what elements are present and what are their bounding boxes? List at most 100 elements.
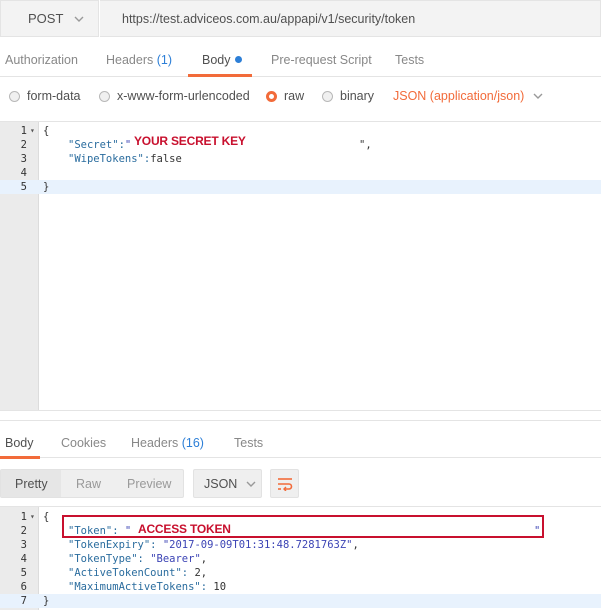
editor-line: 1 ▾ { (0, 124, 601, 138)
url-input[interactable]: https://test.adviceos.com.au/appapi/v1/s… (100, 0, 601, 37)
active-tab-indicator (0, 456, 40, 459)
tab-body-label: Body (202, 53, 231, 67)
response-tab-body[interactable]: Body (5, 436, 34, 450)
code-text: "WipeTokens":false (68, 152, 182, 166)
chevron-down-icon (74, 16, 84, 22)
json-key: "Secret": (68, 139, 125, 151)
active-tab-indicator (188, 74, 252, 77)
request-bar: POST https://test.adviceos.com.au/appapi… (0, 0, 601, 38)
editor-line: 5 "ActiveTokenCount": 2, (0, 566, 601, 580)
preview-button[interactable]: Preview (127, 477, 171, 491)
pretty-button[interactable]: Pretty (15, 477, 48, 491)
chevron-down-icon (246, 481, 256, 487)
response-format-select[interactable]: JSON (193, 469, 262, 498)
json-string: "2017-09-09T01:31:48.7281763Z" (162, 539, 353, 551)
radio-form-data[interactable] (9, 90, 20, 102)
option-raw-label: raw (284, 89, 305, 103)
editor-line: 6 "MaximumActiveTokens": 10 (0, 580, 601, 594)
radio-raw[interactable] (266, 90, 277, 102)
code-text: { (43, 511, 50, 523)
editor-line-active: 5 } (0, 180, 601, 194)
line-number: 4 (20, 167, 27, 179)
line-number: 2 (20, 525, 27, 537)
code-text: "ActiveTokenCount": 2, (68, 567, 208, 579)
code-text: } (43, 595, 50, 607)
code-text: "Secret":" (68, 138, 131, 152)
code-text: "TokenType": "Bearer", (68, 553, 208, 565)
json-key: "TokenExpiry": (68, 539, 157, 551)
url-text: https://test.adviceos.com.au/appapi/v1/s… (122, 11, 416, 26)
line-number: 1 (20, 511, 27, 523)
wrap-lines-button[interactable] (270, 469, 299, 498)
request-tabs: Authorization Headers (1) Body Pre-reque… (0, 45, 601, 77)
tab-body[interactable]: Body (202, 53, 242, 67)
code-text: "MaximumActiveTokens": 10 (68, 580, 226, 594)
radio-binary[interactable] (322, 90, 333, 102)
wrap-lines-icon (277, 477, 292, 491)
line-number: 6 (20, 581, 27, 593)
json-key: "ActiveTokenCount": (68, 567, 189, 579)
response-tab-cookies[interactable]: Cookies (61, 436, 106, 450)
raw-button[interactable]: Raw (76, 477, 101, 491)
line-number: 1 (20, 125, 27, 137)
secret-key-annotation: YOUR SECRET KEY (134, 134, 246, 148)
option-binary-label: binary (340, 89, 375, 103)
code-text: } (43, 181, 50, 193)
tab-headers[interactable]: Headers (1) (106, 53, 172, 67)
editor-line: 4 "TokenType": "Bearer", (0, 552, 601, 566)
request-body-editor[interactable]: 1 ▾ { 2 "Secret":" YOUR SECRET KEY ", 3 … (0, 121, 601, 411)
method-label: POST (28, 11, 64, 26)
response-tab-headers-count: (16) (181, 436, 204, 450)
response-tabs: Body Cookies Headers (16) Tests (0, 420, 601, 459)
response-format-label: JSON (204, 476, 238, 491)
view-mode-group: Pretty Raw Preview (0, 469, 184, 498)
fold-arrow-icon[interactable]: ▾ (30, 124, 35, 138)
line-number: 2 (20, 139, 27, 151)
method-select[interactable]: POST (0, 0, 99, 37)
json-key: "TokenType": (68, 553, 144, 565)
tab-authorization[interactable]: Authorization (5, 53, 78, 67)
json-key: "WipeTokens": (68, 153, 151, 165)
content-type-label: JSON (application/json) (393, 89, 525, 103)
response-body-viewer[interactable]: 1 ▾ { 2 "Token": " ACCESS TOKEN " 3 "Tok… (0, 506, 601, 610)
line-number: 5 (20, 181, 27, 193)
editor-line: 3 "TokenExpiry": "2017-09-09T01:31:48.72… (0, 538, 601, 552)
tab-headers-count: (1) (156, 53, 173, 67)
radio-urlencoded[interactable] (99, 90, 110, 102)
editor-line: 3 "WipeTokens":false (0, 152, 601, 166)
json-string: "Bearer" (150, 553, 201, 565)
json-number: 10 (213, 581, 227, 593)
option-binary[interactable]: binary (322, 89, 374, 103)
option-urlencoded[interactable]: x-www-form-urlencoded (99, 89, 250, 103)
editor-line: 4 (0, 166, 601, 180)
json-value: false (150, 153, 182, 165)
access-token-highlight-box (62, 515, 544, 538)
line-number: 7 (20, 595, 27, 607)
content-type-select[interactable]: JSON (application/json) (393, 89, 544, 103)
body-type-options: form-data x-www-form-urlencoded raw bina… (0, 84, 601, 110)
response-tab-tests[interactable]: Tests (234, 436, 263, 450)
editor-line-active: 7 } (0, 594, 601, 608)
code-text: "TokenExpiry": "2017-09-09T01:31:48.7281… (68, 539, 359, 551)
json-string-open: " (124, 139, 132, 151)
response-toolbar: Pretty Raw Preview JSON (0, 468, 601, 500)
response-tab-headers-label: Headers (131, 436, 179, 450)
line-number: 3 (20, 153, 27, 165)
line-number: 4 (20, 553, 27, 565)
option-urlencoded-label: x-www-form-urlencoded (117, 89, 250, 103)
response-tab-headers[interactable]: Headers (16) (131, 436, 204, 450)
line-number: 3 (20, 539, 27, 551)
json-key: "MaximumActiveTokens": (68, 581, 208, 593)
modified-dot-icon (234, 56, 242, 63)
code-text: { (43, 125, 50, 137)
fold-arrow-icon[interactable]: ▾ (30, 510, 35, 524)
tab-prerequest-script[interactable]: Pre-request Script (271, 53, 372, 67)
tab-tests[interactable]: Tests (395, 53, 424, 67)
option-raw[interactable]: raw (266, 89, 304, 103)
option-form-data-label: form-data (27, 89, 81, 103)
option-form-data[interactable]: form-data (9, 89, 81, 103)
tab-headers-label: Headers (106, 53, 154, 67)
editor-line: 2 "Secret":" YOUR SECRET KEY ", (0, 134, 601, 152)
json-number: 2 (194, 567, 201, 579)
code-text: ", (359, 139, 372, 151)
